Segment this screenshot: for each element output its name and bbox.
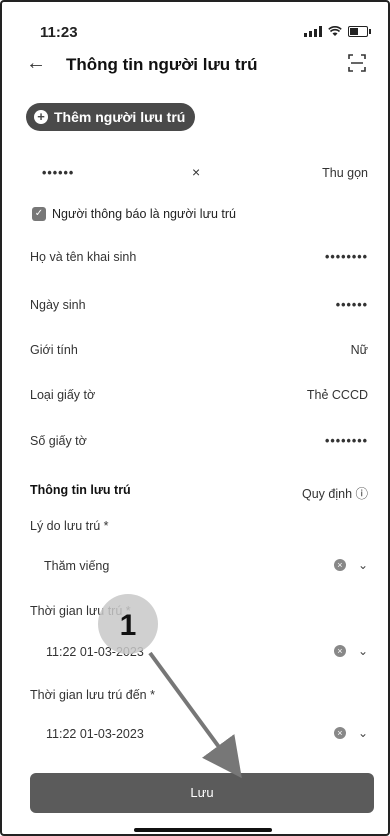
- to-value: 11:22 01-03-2023: [46, 727, 144, 741]
- clear-icon[interactable]: ×: [333, 645, 346, 657]
- add-resident-button[interactable]: + Thêm người lưu trú: [26, 103, 196, 131]
- from-value: 11:22 01-03-2023: [46, 645, 144, 659]
- add-resident-label: Thêm người lưu trú: [54, 109, 186, 125]
- checkbox-label: Người thông báo là người lưu trú: [52, 207, 236, 221]
- info-row: Giới tính Nữ: [30, 343, 368, 357]
- phone-screen: 11:23 ← Thông tin người lưu trú + Thêm n…: [0, 0, 390, 836]
- info-label: Ngày sinh: [30, 298, 86, 312]
- wifi-icon: [328, 26, 342, 36]
- info-row: Loại giấy tờ Thẻ CCCD: [30, 388, 368, 402]
- section-title: Thông tin lưu trú: [30, 483, 131, 497]
- masked-name: ••••••: [42, 166, 75, 180]
- checkmark-icon: ✓: [32, 207, 46, 221]
- info-row: Họ và tên khai sinh ••••••••: [30, 250, 368, 264]
- app-header: ← Thông tin người lưu trú: [2, 46, 388, 80]
- reason-value: Thăm viếng: [44, 559, 110, 573]
- status-time: 11:23: [40, 24, 78, 41]
- signal-icon: [304, 26, 322, 37]
- info-value: Thẻ CCCD: [306, 388, 368, 402]
- reason-label: Lý do lưu trú *: [30, 519, 109, 533]
- scan-icon[interactable]: [348, 54, 366, 72]
- info-label: Số giấy tờ: [30, 434, 87, 448]
- info-value: ••••••••: [324, 434, 368, 448]
- notifier-is-resident-checkbox[interactable]: ✓ Người thông báo là người lưu trú: [32, 207, 236, 221]
- from-controls: × ⌄: [333, 644, 368, 658]
- home-indicator: [134, 828, 272, 832]
- plus-icon: +: [34, 110, 48, 124]
- arrow-icon: [148, 651, 242, 779]
- to-label: Thời gian lưu trú đến *: [30, 688, 155, 702]
- to-datetime-select[interactable]: 11:22 01-03-2023 × ⌄: [46, 726, 368, 741]
- chevron-down-icon[interactable]: ⌄: [358, 726, 368, 740]
- from-datetime-select[interactable]: 11:22 01-03-2023 × ⌄: [46, 644, 368, 659]
- info-label: Họ và tên khai sinh: [30, 250, 137, 264]
- info-row: Ngày sinh ••••••: [30, 298, 368, 312]
- info-row: Số giấy tờ ••••••••: [30, 434, 368, 448]
- save-button[interactable]: Lưu: [30, 773, 374, 813]
- from-label-row: Thời gian lưu trú *: [30, 604, 368, 618]
- info-label: Loại giấy tờ: [30, 388, 96, 402]
- clear-icon[interactable]: ×: [333, 559, 346, 571]
- info-value: ••••••••: [324, 250, 368, 264]
- info-value: ••••••: [335, 298, 368, 312]
- from-label: Thời gian lưu trú *: [30, 604, 131, 618]
- reason-label-row: Lý do lưu trú *: [30, 519, 368, 533]
- chevron-down-icon[interactable]: ⌄: [358, 558, 368, 572]
- info-value: Nữ: [350, 343, 368, 357]
- reason-controls: × ⌄: [333, 558, 368, 572]
- info-label: Giới tính: [30, 343, 78, 357]
- close-icon[interactable]: ×: [192, 164, 200, 180]
- stay-section-header: Thông tin lưu trú Quy định ⓘ: [30, 483, 368, 501]
- status-bar: 11:23: [2, 2, 388, 42]
- to-controls: × ⌄: [333, 726, 368, 740]
- rules-link[interactable]: Quy định ⓘ: [302, 483, 368, 502]
- to-label-row: Thời gian lưu trú đến *: [30, 688, 368, 702]
- page-title: Thông tin người lưu trú: [66, 55, 258, 74]
- back-arrow-icon[interactable]: ←: [26, 52, 46, 75]
- reason-select[interactable]: Thăm viếng × ⌄: [44, 558, 368, 573]
- status-icons: [304, 26, 371, 37]
- chevron-down-icon[interactable]: ⌄: [358, 644, 368, 658]
- collapse-link[interactable]: Thu gọn: [322, 166, 368, 180]
- clear-icon[interactable]: ×: [333, 727, 346, 739]
- battery-icon: [348, 26, 371, 37]
